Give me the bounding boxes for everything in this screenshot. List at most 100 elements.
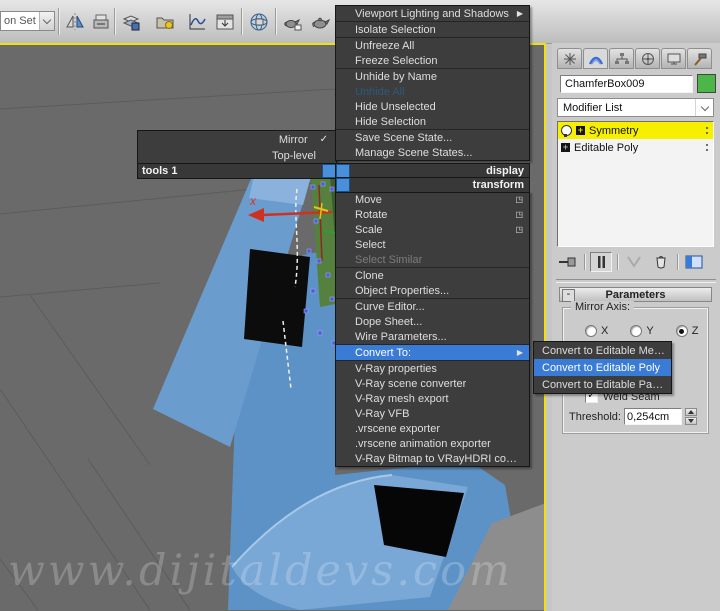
expand-plus-icon[interactable]: + — [561, 143, 570, 152]
menu-item[interactable]: Rotate ◳ — [336, 207, 529, 222]
menu-item[interactable]: V-Ray Bitmap to VRayHDRI converter — [336, 451, 529, 466]
menu-item[interactable]: Select — [336, 237, 529, 252]
scene-explorer-button[interactable] — [152, 8, 178, 35]
snapshot-button[interactable] — [88, 8, 114, 35]
menu-item[interactable]: Curve Editor... — [336, 299, 529, 314]
menu-item[interactable]: Isolate Selection — [336, 22, 529, 38]
tab-create[interactable] — [557, 48, 582, 69]
snapshot-icon — [93, 14, 109, 28]
menu-item[interactable]: Viewport Lighting and Shadows ▶ — [336, 6, 529, 22]
visibility-bulb-icon[interactable] — [561, 125, 572, 137]
modifier-list-dropdown[interactable]: Modifier List — [557, 98, 714, 117]
quad-header-tools[interactable]: tools 1 — [137, 163, 337, 179]
tab-display[interactable] — [661, 48, 686, 69]
stack-row-symmetry[interactable]: + Symmetry — [558, 122, 713, 139]
x-axis-label: x — [249, 194, 257, 208]
utilities-hammer-icon — [693, 53, 706, 66]
menu-item-glyph: ◳ — [515, 210, 523, 219]
menu-item[interactable]: Hide Selection — [336, 114, 529, 130]
folder-icon — [156, 17, 174, 29]
menu-item[interactable]: .vrscene exporter — [336, 421, 529, 436]
layer-manager-icon — [122, 14, 140, 30]
chevron-down-icon[interactable] — [695, 99, 713, 116]
command-panel: Modifier List + Symmetry + Editable Poly — [552, 43, 720, 611]
pin-icon — [559, 257, 576, 267]
menu-item[interactable]: V-Ray mesh export — [336, 391, 529, 406]
menu-item[interactable]: .vrscene animation exporter — [336, 436, 529, 451]
convert-to-submenu: Convert to Editable Mesh Convert to Edit… — [533, 341, 672, 394]
menu-item[interactable]: Save Scene State... — [336, 130, 529, 145]
modifier-list-label: Modifier List — [563, 101, 623, 114]
menu-item[interactable]: Unfreeze All — [336, 38, 529, 53]
rendered-frame-button[interactable] — [280, 8, 306, 35]
curve-editor-icon — [189, 13, 206, 29]
menu-item[interactable]: Hide Unselected — [336, 99, 529, 114]
menu-item[interactable]: V-Ray VFB — [336, 406, 529, 421]
tab-modify[interactable] — [583, 48, 608, 69]
threshold-input[interactable] — [623, 408, 682, 425]
show-end-result-icon — [598, 256, 605, 268]
spinner-down-button[interactable] — [684, 417, 697, 425]
toolbar-separator — [58, 8, 59, 35]
object-name-field[interactable] — [560, 74, 693, 93]
mirror-axis-radio[interactable]: Y — [630, 325, 654, 337]
schematic-view-button[interactable] — [212, 8, 238, 35]
menu-item-glyph: ◳ — [515, 195, 523, 204]
radio-dot — [630, 325, 643, 337]
remove-modifier-button[interactable] — [650, 252, 672, 272]
render-production-button[interactable] — [308, 8, 334, 35]
tab-hierarchy[interactable] — [609, 48, 634, 69]
menu-item[interactable]: Convert To: ▶ — [336, 345, 529, 361]
stack-toolbar — [557, 251, 714, 273]
menu-item[interactable]: Dope Sheet... — [336, 314, 529, 329]
quad-center-square — [336, 178, 350, 192]
parameters-rollout-header[interactable]: - Parameters — [559, 287, 712, 302]
mirror-axis-radio[interactable]: Z — [675, 325, 698, 337]
menu-item[interactable]: Unhide by Name — [336, 69, 529, 84]
expand-plus-icon[interactable]: + — [576, 126, 585, 135]
layer-manager-button[interactable] — [118, 8, 144, 35]
menu-item[interactable]: Select Similar — [336, 252, 529, 268]
configure-modifier-sets-button[interactable] — [683, 252, 705, 272]
menu-item[interactable]: Clone — [336, 268, 529, 283]
named-selection-set-dropdown[interactable]: on Set — [0, 11, 55, 31]
stack-row-editable-poly[interactable]: + Editable Poly — [558, 139, 713, 156]
show-end-result-button[interactable] — [590, 252, 612, 272]
menu-item[interactable]: V-Ray scene converter — [336, 376, 529, 391]
mirror-axis-radio[interactable]: X — [585, 325, 608, 337]
menu-item[interactable]: Object Properties... — [336, 283, 529, 299]
object-name-row — [560, 74, 716, 93]
hierarchy-icon — [614, 52, 629, 64]
submenu-item[interactable]: Convert to Editable Patch — [534, 376, 671, 393]
render-setup-button[interactable] — [246, 8, 272, 35]
submenu-item[interactable]: Convert to Editable Poly — [534, 359, 671, 376]
menu-item[interactable]: Move ◳ — [336, 192, 529, 207]
quad-satellite-item[interactable]: Top-level — [138, 148, 336, 164]
menu-item[interactable]: Manage Scene States... — [336, 145, 529, 160]
chevron-down-icon[interactable] — [39, 12, 54, 30]
object-color-swatch[interactable] — [697, 74, 716, 93]
menu-item[interactable]: Wire Parameters... — [336, 329, 529, 345]
create-icon — [563, 52, 576, 65]
menu-item[interactable]: V-Ray properties — [336, 361, 529, 376]
quad-satellite-item[interactable]: Mirror ✓ — [138, 132, 336, 148]
menu-item[interactable]: Unhide All — [336, 84, 529, 99]
configure-modifier-sets-icon — [685, 255, 703, 269]
pin-stack-button[interactable] — [557, 252, 579, 272]
menu-item[interactable]: Scale ◳ — [336, 222, 529, 237]
mirror-tool-button[interactable] — [62, 8, 88, 35]
tab-motion[interactable] — [635, 48, 660, 69]
spinner-up-button[interactable] — [684, 408, 697, 416]
motion-icon — [641, 52, 654, 65]
tab-utilities[interactable] — [687, 48, 712, 69]
curve-editor-button[interactable] — [184, 8, 210, 35]
quad-header-transform[interactable]: transform — [335, 177, 530, 193]
menu-item[interactable]: Freeze Selection — [336, 53, 529, 69]
submenu-item[interactable]: Convert to Editable Mesh — [534, 342, 671, 359]
modifier-label: Editable Poly — [574, 141, 639, 154]
transform-quad-menu: Move ◳ Rotate ◳ Scale ◳ Select Select Si… — [335, 191, 530, 467]
quad-satellite-menu: Mirror ✓ Top-level — [137, 130, 337, 165]
make-unique-button[interactable] — [623, 252, 645, 272]
toolbar-separator — [241, 8, 242, 35]
render-setup-icon — [250, 13, 268, 30]
